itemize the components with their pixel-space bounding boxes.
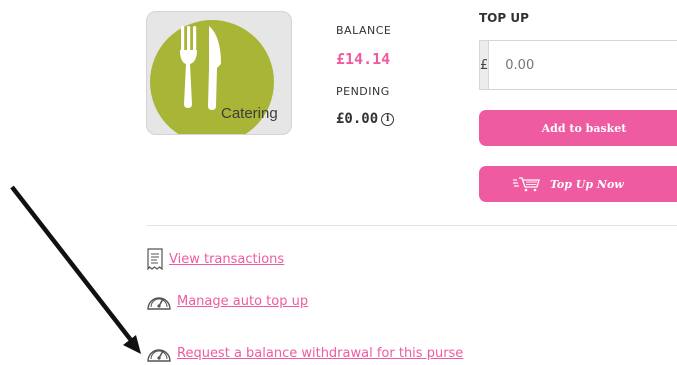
top-up-now-button[interactable]: Top Up Now: [479, 166, 677, 202]
balance-value: £14.14: [336, 50, 391, 68]
amount-input[interactable]: [489, 41, 677, 89]
purse-tile-label: Catering: [221, 105, 278, 122]
pending-row: £0.00 i: [336, 111, 395, 127]
shopping-cart-icon: [513, 177, 540, 192]
amount-field: £: [479, 40, 677, 90]
catering-purse-tile: Catering: [146, 11, 292, 135]
info-icon[interactable]: i: [381, 112, 395, 126]
manage-auto-top-up-link[interactable]: Manage auto top up: [177, 294, 308, 309]
view-transactions-row: View transactions: [146, 248, 284, 270]
add-to-basket-label: Add to basket: [541, 121, 627, 135]
receipt-icon: [147, 248, 163, 270]
request-withdrawal-link[interactable]: Request a balance withdrawal for this pu…: [177, 346, 463, 361]
gauge-icon: [147, 349, 171, 362]
view-transactions-link[interactable]: View transactions: [169, 252, 284, 267]
section-divider: [146, 225, 677, 226]
gauge-icon: [147, 297, 171, 310]
add-to-basket-button[interactable]: Add to basket: [479, 110, 677, 146]
purse-page: Catering BALANCE £14.14 PENDING £0.00 i …: [0, 0, 677, 365]
manage-auto-top-up-row: Manage auto top up: [146, 290, 308, 312]
balance-label: BALANCE: [336, 24, 392, 37]
top-up-now-label: Top Up Now: [550, 177, 624, 191]
currency-prefix: £: [480, 41, 490, 89]
top-up-label: TOP UP: [479, 11, 529, 25]
request-withdrawal-row: Request a balance withdrawal for this pu…: [146, 342, 463, 364]
pending-value: £0.00: [336, 111, 379, 127]
pending-label: PENDING: [336, 85, 390, 98]
